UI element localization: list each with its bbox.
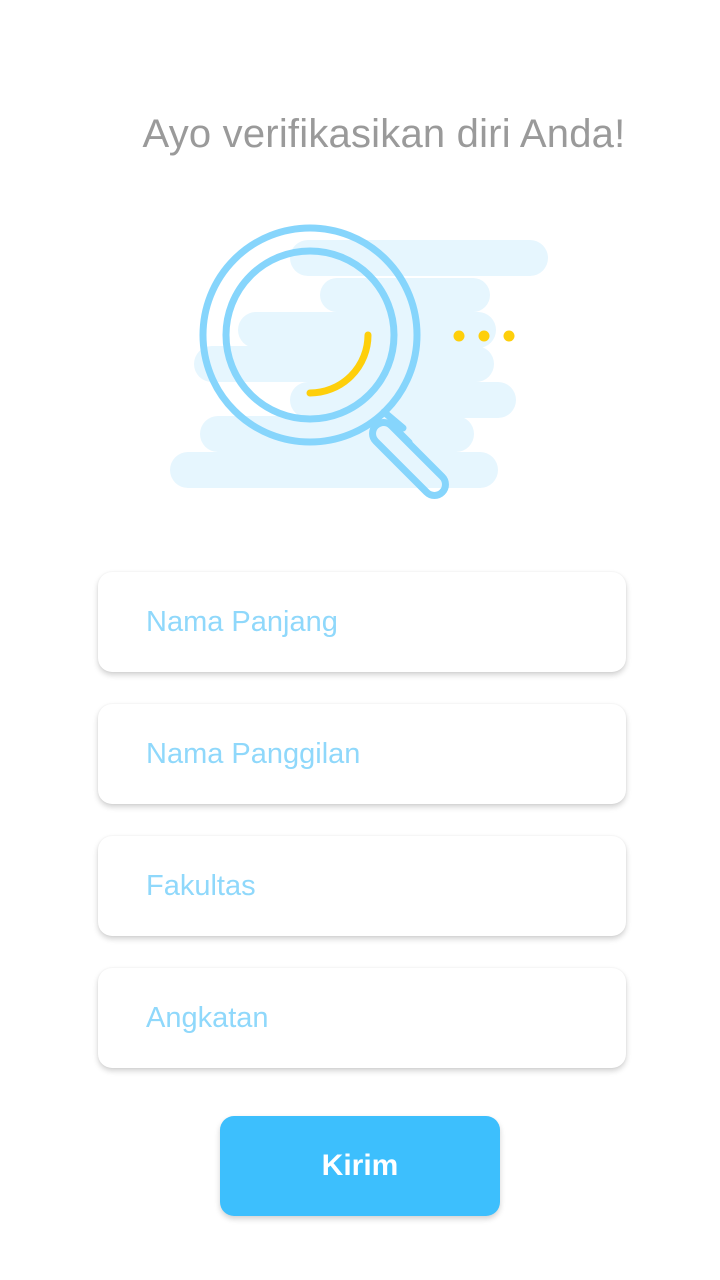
faculty-input[interactable] [146, 836, 606, 936]
nickname-input[interactable] [146, 704, 606, 804]
batch-year-input[interactable] [146, 968, 606, 1068]
page-title: Ayo verifikasikan diri Anda! [142, 112, 626, 156]
full-name-input[interactable] [146, 572, 606, 672]
submit-button[interactable]: Kirim [220, 1116, 500, 1216]
batch-year-field[interactable] [98, 968, 626, 1068]
ellipsis-dots-icon [453, 330, 515, 342]
faculty-field[interactable] [98, 836, 626, 936]
full-name-field[interactable] [98, 572, 626, 672]
nickname-field[interactable] [98, 704, 626, 804]
magnifying-glass-illustration [170, 224, 548, 499]
